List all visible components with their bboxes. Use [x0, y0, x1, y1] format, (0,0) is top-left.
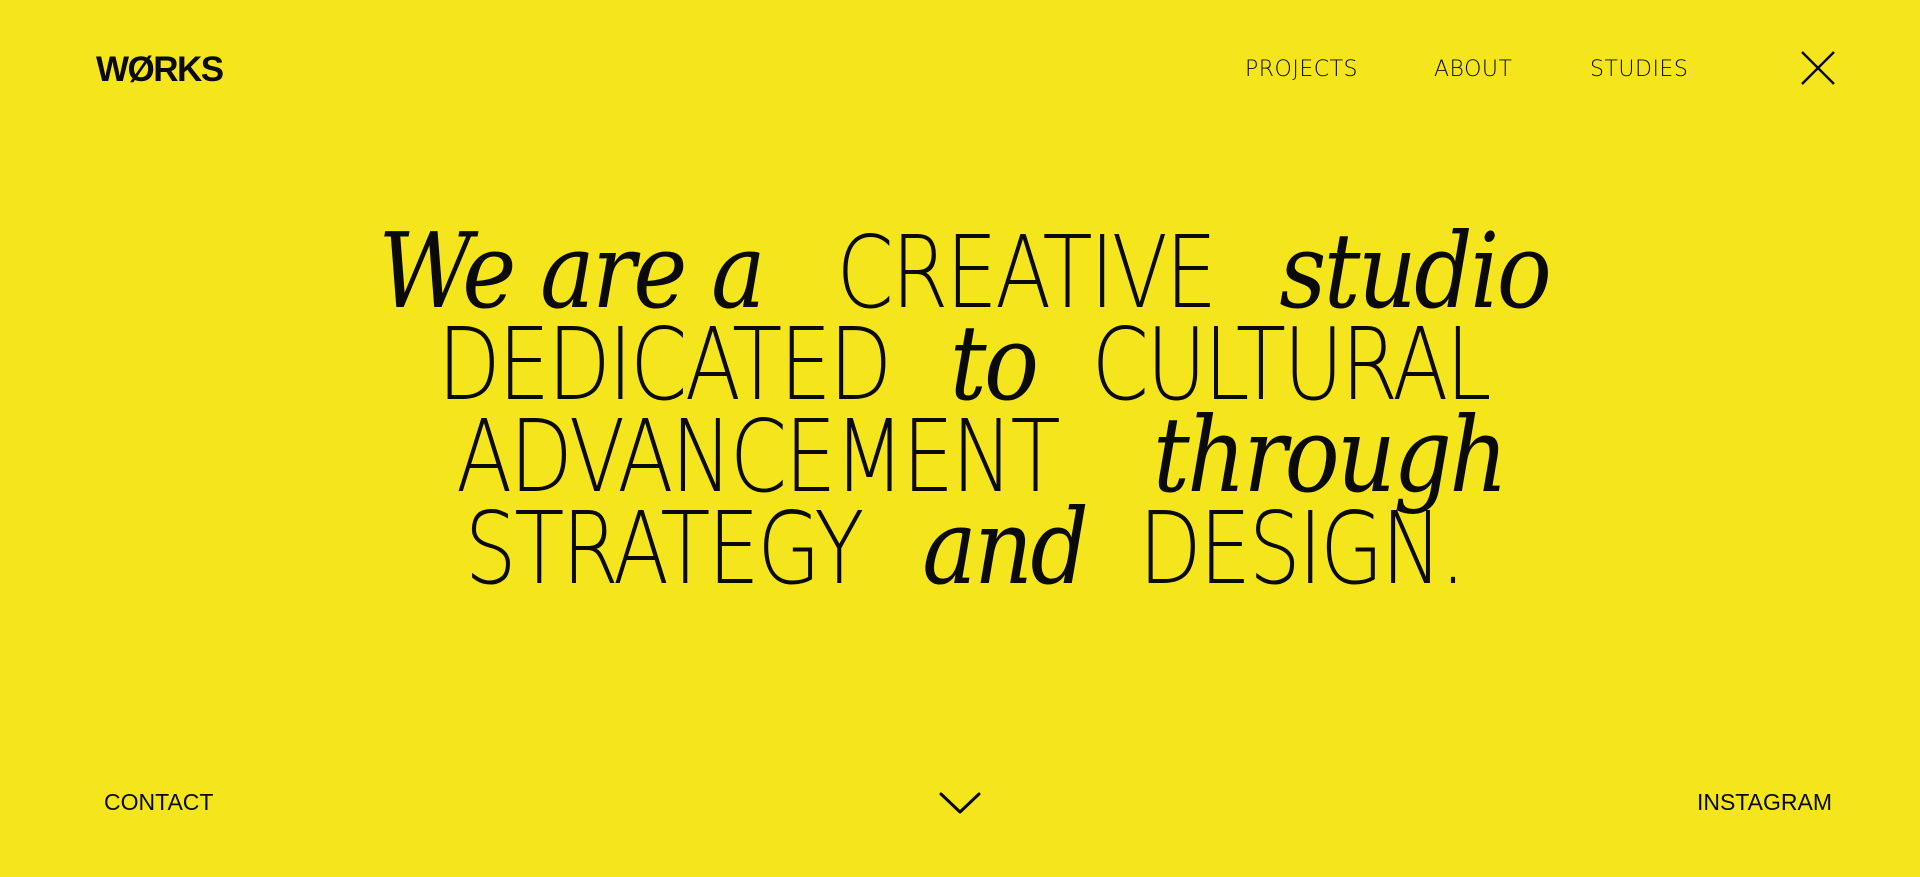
- hero-word: STRATEGY: [464, 490, 865, 607]
- close-icon: [1801, 51, 1835, 85]
- hero-word: We are a: [378, 210, 767, 332]
- hero-word: to: [950, 302, 1039, 424]
- main-nav: PROJECTS ABOUT STUDIES: [0, 55, 1920, 85]
- nav-item-projects[interactable]: PROJECTS: [1245, 55, 1358, 85]
- hero-word: DESIGN.: [1138, 490, 1465, 607]
- nav-item-about[interactable]: ABOUT: [1434, 55, 1512, 85]
- hero-word: through: [1153, 394, 1508, 516]
- contact-link[interactable]: CONTACT: [104, 788, 213, 816]
- scroll-down-button[interactable]: [937, 788, 983, 816]
- nav-item-studies[interactable]: STUDIES: [1590, 55, 1688, 85]
- hero-word: studio: [1279, 210, 1552, 332]
- hero-word: and: [922, 486, 1089, 608]
- hero-line-4: STRATEGY and DESIGN.: [0, 486, 1920, 608]
- instagram-link[interactable]: INSTAGRAM: [1697, 788, 1832, 816]
- hero-line-2: DEDICATED to CULTURAL: [0, 302, 1920, 424]
- close-button[interactable]: [1800, 50, 1836, 86]
- hero-statement: We are a CREATIVE studio DEDICATED to CU…: [0, 210, 1920, 608]
- chevron-down-icon: [939, 792, 981, 814]
